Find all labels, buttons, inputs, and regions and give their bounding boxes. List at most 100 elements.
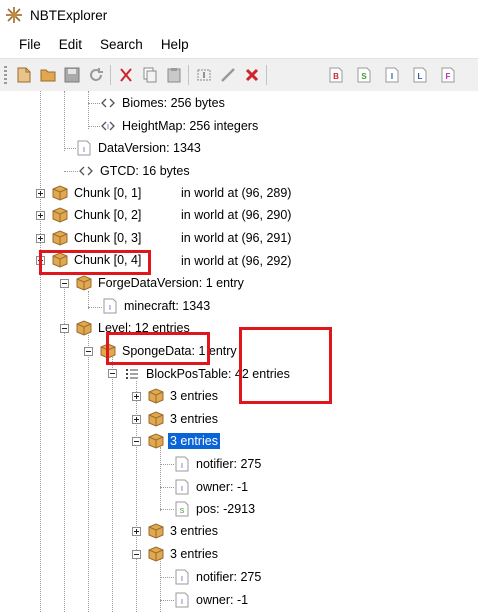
compound-tag-icon [52, 230, 68, 246]
cut-icon[interactable] [116, 65, 136, 85]
compound-tag-icon [76, 320, 92, 336]
tree-node-label: GTCD: 16 bytes [100, 164, 190, 178]
open-file-icon[interactable] [14, 65, 34, 85]
nbt-tree-view[interactable]: Biomes: 256 bytes I HeightMap: 256 integ… [0, 91, 478, 612]
refresh-icon[interactable] [86, 65, 106, 85]
list-tag-icon [126, 369, 138, 379]
expand-toggle[interactable] [36, 211, 45, 220]
copy-icon[interactable] [140, 65, 160, 85]
paste-icon[interactable] [164, 65, 184, 85]
tree-node-label: Chunk [0, 2] [74, 208, 142, 222]
expand-toggle[interactable] [132, 415, 141, 424]
save-icon[interactable] [62, 65, 82, 85]
svg-text:I: I [181, 576, 183, 583]
int-tag-icon: I [175, 592, 189, 608]
tree-node-label: 3 entries [170, 524, 218, 538]
tree-connector [64, 148, 76, 149]
tree-node-heightmap[interactable]: I HeightMap: 256 integers [100, 116, 260, 136]
compound-tag-icon [52, 185, 68, 201]
svg-text:I: I [83, 147, 85, 154]
byte-array-icon [79, 166, 93, 176]
tree-node-gtcd[interactable]: GTCD: 16 bytes [78, 161, 192, 181]
tree-node-label: ForgeDataVersion: 1 entry [98, 276, 244, 290]
expand-toggle[interactable] [36, 234, 45, 243]
svg-text:I: I [181, 463, 183, 470]
tree-node-owner[interactable]: I owner: -1 [174, 477, 250, 497]
title-bar: NBTExplorer [0, 0, 478, 30]
int-tag-icon: I [175, 569, 189, 585]
delete-icon[interactable] [242, 65, 262, 85]
tree-guide-line [40, 91, 41, 612]
tree-connector [160, 464, 174, 465]
edit-icon[interactable] [218, 65, 238, 85]
svg-text:I: I [109, 305, 111, 312]
tree-node-notifier[interactable]: I notifier: 275 [174, 454, 263, 474]
tree-node-label: pos: -2913 [196, 502, 256, 516]
collapse-toggle[interactable] [84, 347, 93, 356]
tree-node-label: HeightMap: 256 integers [122, 119, 259, 133]
tree-node-label: minecraft: 1343 [124, 299, 211, 313]
expand-toggle[interactable] [36, 189, 45, 198]
tree-node-entry[interactable]: 3 entries [148, 409, 220, 429]
compound-tag-icon [148, 523, 164, 539]
tree-node-label: owner: -1 [196, 480, 249, 494]
tree-node-entry[interactable]: 3 entries [148, 521, 220, 541]
add-float-icon[interactable]: F [438, 65, 458, 85]
collapse-toggle[interactable] [108, 369, 117, 378]
tree-node-label: 3 entries [168, 433, 220, 449]
tree-node-entry-selected[interactable]: 3 entries [148, 431, 220, 451]
svg-text:F: F [446, 72, 451, 81]
expand-toggle[interactable] [132, 527, 141, 536]
rename-icon[interactable] [194, 65, 214, 85]
collapse-toggle[interactable] [60, 279, 69, 288]
collapse-toggle[interactable] [132, 437, 141, 446]
add-short-icon[interactable]: S [354, 65, 374, 85]
add-int-icon[interactable]: I [382, 65, 402, 85]
tree-node-pos[interactable]: S pos: -2913 [174, 499, 257, 519]
byte-array-icon [101, 98, 115, 108]
tree-node-dataversion[interactable]: I DataVersion: 1343 [76, 138, 203, 158]
toolbar-separator [110, 65, 111, 85]
tree-node-label: 3 entries [170, 389, 218, 403]
int-array-icon: I [101, 121, 115, 131]
add-byte-icon[interactable]: B [326, 65, 346, 85]
toolbar-grip[interactable] [4, 66, 7, 84]
tree-guide-line [112, 357, 113, 612]
tree-node-chunk-0-1[interactable]: Chunk [0, 1] [52, 183, 143, 203]
tree-node-chunk-0-3[interactable]: Chunk [0, 3] [52, 228, 143, 248]
tree-node-chunk-0-2[interactable]: Chunk [0, 2] [52, 205, 143, 225]
menu-help[interactable]: Help [152, 37, 198, 52]
chunk-world-position: in world at (96, 292) [181, 254, 292, 268]
tree-node-entry[interactable]: 3 entries [148, 386, 220, 406]
tree-connector [88, 103, 100, 104]
compound-tag-icon [148, 546, 164, 562]
svg-text:I: I [391, 72, 393, 81]
menu-search[interactable]: Search [91, 37, 152, 52]
expand-toggle[interactable] [132, 392, 141, 401]
tree-node-label: notifier: 275 [196, 570, 262, 584]
collapse-toggle[interactable] [132, 550, 141, 559]
add-long-icon[interactable]: L [410, 65, 430, 85]
tree-node-forgedataversion[interactable]: ForgeDataVersion: 1 entry [76, 273, 246, 293]
open-folder-icon[interactable] [38, 65, 58, 85]
svg-text:S: S [180, 508, 185, 515]
tree-guide-line [88, 335, 89, 612]
compound-tag-icon [52, 207, 68, 223]
int-tag-icon: I [175, 456, 189, 472]
tree-node-owner[interactable]: I owner: -1 [174, 590, 250, 610]
svg-text:L: L [418, 72, 423, 81]
menu-edit[interactable]: Edit [50, 37, 91, 52]
collapse-toggle[interactable] [60, 324, 69, 333]
tree-node-minecraft[interactable]: I minecraft: 1343 [102, 296, 212, 316]
toolbar-separator [188, 65, 189, 85]
tree-node-entry[interactable]: 3 entries [148, 544, 220, 564]
svg-text:I: I [181, 599, 183, 606]
svg-text:I: I [107, 124, 109, 131]
menu-bar: File Edit Search Help [0, 30, 478, 58]
tree-node-notifier[interactable]: I notifier: 275 [174, 567, 263, 587]
menu-file[interactable]: File [10, 37, 50, 52]
tree-node-label: Chunk [0, 1] [74, 186, 142, 200]
tree-node-biomes[interactable]: Biomes: 256 bytes [100, 93, 227, 113]
compound-tag-icon [148, 411, 164, 427]
tree-connector [160, 600, 174, 601]
